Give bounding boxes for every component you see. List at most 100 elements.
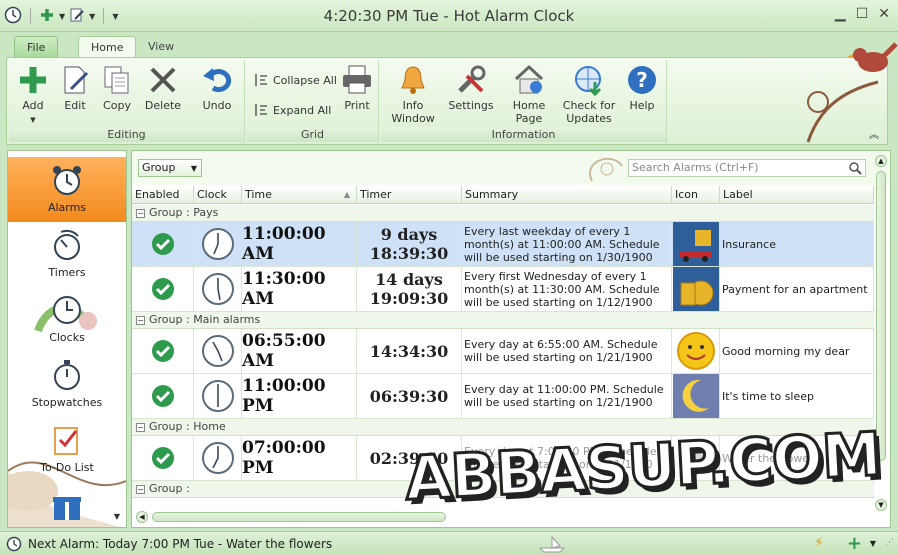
next-alarm-status: Next Alarm: Today 7:00 PM Tue - Water th… [28, 537, 333, 551]
enabled-checkbox[interactable] [132, 436, 194, 480]
settings-button[interactable]: Settings [445, 64, 497, 112]
column-icon[interactable]: Icon [672, 186, 720, 204]
table-row[interactable]: 11:00:00 PM 06:39:30 Every day at 11:00:… [132, 374, 874, 419]
nav-stopwatches[interactable]: Stopwatches [8, 352, 126, 417]
ribbon: Add ▼ Edit Copy Delete Undo Editing Colla… [6, 57, 888, 145]
add-button[interactable]: Add ▼ [13, 64, 53, 127]
table-row[interactable]: 11:00:00 AM 9 days 18:39:30 Every last we… [132, 222, 874, 267]
status-bar: Next Alarm: Today 7:00 PM Tue - Water th… [0, 531, 898, 555]
check-circle-icon [151, 340, 174, 362]
todo-list-icon [54, 427, 78, 455]
timer-cell: 9 days 18:39:30 [357, 222, 462, 266]
hscroll-thumb[interactable] [152, 512, 446, 522]
scroll-down-icon[interactable]: ▼ [875, 499, 887, 511]
status-add-icon[interactable]: + [847, 533, 862, 554]
enabled-checkbox[interactable] [132, 329, 194, 373]
time-cell: 11:00:00 PM [242, 374, 357, 418]
copy-icon [104, 66, 129, 94]
edit-icon [64, 66, 89, 94]
enabled-checkbox[interactable] [132, 222, 194, 266]
group-row-main-alarms[interactable]: − Group : Main alarms [132, 312, 874, 329]
column-label[interactable]: Label [720, 186, 874, 204]
collapse-group-icon[interactable]: − [136, 209, 145, 218]
status-clock-icon [6, 536, 22, 552]
timer-cell: 06:39:30 [357, 374, 462, 418]
home-page-button[interactable]: Home Page [507, 64, 551, 125]
add-icon [20, 67, 46, 93]
check-circle-icon [151, 233, 174, 255]
search-input[interactable]: Search Alarms (Ctrl+F) [628, 159, 866, 177]
undo-icon [203, 68, 232, 93]
summary-cell: Every last weekday of every 1 month(s) a… [462, 222, 672, 266]
chevron-down-icon: ▼ [190, 164, 197, 173]
group-row-pays[interactable]: − Group : Pays [132, 205, 874, 222]
nav-alarms[interactable]: Alarms [8, 157, 126, 222]
label-cell: Insurance [720, 222, 874, 266]
group-select[interactable]: Group ▼ [138, 159, 202, 177]
info-window-button[interactable]: Info Window [387, 64, 439, 125]
sort-ascending-icon: ▲ [343, 190, 350, 199]
tab-file[interactable]: File [14, 36, 59, 58]
scroll-up-icon[interactable]: ▲ [875, 155, 887, 167]
horizontal-scrollbar[interactable]: ◀ [136, 511, 866, 525]
editing-group: Add ▼ Edit Copy Delete Undo Editing [9, 60, 245, 143]
quick-action-icon[interactable]: ⚡ [814, 535, 824, 551]
analog-clock-icon [201, 273, 234, 305]
help-button[interactable]: ? Help [621, 64, 663, 112]
nav-clocks[interactable]: Clocks [8, 287, 126, 352]
enabled-checkbox[interactable] [132, 267, 194, 311]
table-row[interactable]: 06:55:00 AM 14:34:30 Every day at 6:55:0… [132, 329, 874, 374]
check-circle-icon [151, 278, 174, 300]
edit-button[interactable]: Edit [55, 64, 95, 112]
enabled-checkbox[interactable] [132, 374, 194, 418]
smiley-icon [676, 332, 715, 370]
alarm-clock-icon [53, 166, 81, 195]
expand-all-button[interactable]: Expand All [253, 102, 331, 118]
tab-view[interactable]: View [136, 36, 186, 58]
check-circle-icon [151, 447, 174, 469]
close-icon[interactable]: ✕ [878, 6, 890, 22]
search-icon[interactable] [848, 161, 862, 175]
clock-icon [53, 296, 81, 324]
column-clock[interactable]: Clock [194, 186, 242, 204]
status-dropdown-icon[interactable]: ▼ [870, 539, 876, 548]
scroll-thumb[interactable] [876, 171, 886, 461]
check-updates-button[interactable]: Check for Updates [561, 64, 617, 125]
printer-icon [343, 65, 371, 94]
help-icon: ? [628, 66, 656, 94]
column-enabled[interactable]: Enabled [132, 186, 194, 204]
column-time[interactable]: Time ▲ [242, 186, 357, 204]
window-controls: ▁ ☐ ✕ [835, 6, 890, 22]
nav-scroll-down-icon[interactable]: ▼ [114, 512, 120, 521]
tab-home[interactable]: Home [78, 36, 137, 58]
nav-todo-list[interactable]: To-Do List [8, 417, 126, 482]
collapse-group-icon[interactable]: − [136, 423, 145, 432]
bird-decoration-icon [806, 42, 898, 143]
resize-grip-icon[interactable]: ⋰ [885, 538, 894, 548]
minimize-icon[interactable]: ▁ [835, 6, 846, 22]
time-cell: 11:30:00 AM [242, 267, 357, 311]
collapse-group-icon[interactable]: − [136, 316, 145, 325]
grid-group-label: Grid [247, 127, 378, 142]
summary-cell: Every day at 6:55:00 AM. Schedule will b… [462, 329, 672, 373]
delete-button[interactable]: Delete [141, 64, 185, 112]
maximize-icon[interactable]: ☐ [856, 6, 869, 22]
label-cell: Payment for an apartment [720, 267, 874, 311]
nav-gift[interactable] [8, 482, 126, 527]
timer-cell: 14 days 19:09:30 [357, 267, 462, 311]
nav-timers[interactable]: Timers [8, 222, 126, 287]
bell-icon [401, 66, 425, 94]
table-row[interactable]: 11:30:00 AM 14 days 19:09:30 Every first … [132, 267, 874, 312]
column-summary[interactable]: Summary [462, 186, 672, 204]
undo-button[interactable]: Undo [195, 64, 239, 112]
column-timer[interactable]: Timer [357, 186, 462, 204]
scroll-left-icon[interactable]: ◀ [136, 511, 148, 523]
copy-button[interactable]: Copy [97, 64, 137, 112]
editing-group-label: Editing [9, 127, 244, 142]
summary-cell: Every first Wednesday of every 1 month(s… [462, 267, 672, 311]
collapse-all-button[interactable]: Collapse All [253, 72, 337, 88]
window-title: 4:20:30 PM Tue - Hot Alarm Clock [323, 7, 575, 25]
analog-clock-icon [201, 380, 234, 412]
collapse-group-icon[interactable]: − [136, 485, 145, 494]
print-button[interactable]: Print [337, 64, 377, 112]
